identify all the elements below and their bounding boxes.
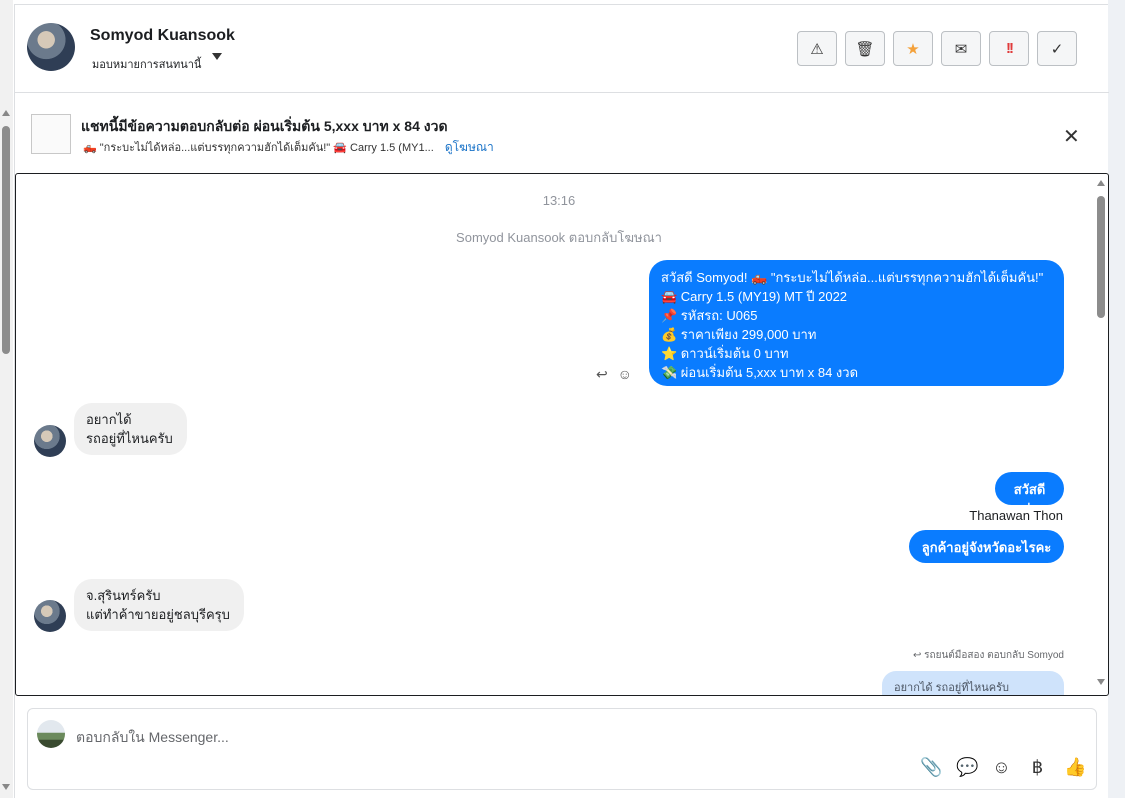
warning-icon: ⚠: [810, 40, 824, 58]
quoted-message[interactable]: อยากได้ รถอยู่ที่ไหนครับ: [882, 671, 1064, 695]
done-button[interactable]: ✓: [1037, 31, 1077, 66]
delete-button[interactable]: 🗑: [845, 31, 885, 66]
close-icon[interactable]: ✕: [1063, 124, 1080, 149]
reply-arrow-icon: ↩: [913, 650, 922, 661]
page: Somyod Kuansook มอบหมายการสนทนานี้ ⚠ 🗑 ★…: [0, 0, 1125, 798]
system-note: Somyod Kuansook ตอบกลับโฆษณา: [456, 230, 662, 245]
important-icon: !!: [1006, 40, 1014, 57]
conversation-header: Somyod Kuansook มอบหมายการสนทนานี้ ⚠ 🗑 ★…: [15, 5, 1109, 93]
ad-reply-message[interactable]: สวัสดี Somyod! 🛻 "กระบะไม่ได้หล่อ...แต่บ…: [649, 260, 1064, 386]
message-line: รถอยู่ที่ไหนครับ: [86, 431, 173, 446]
page-scrollbar[interactable]: [0, 0, 13, 798]
composer-tools: 📎 💬 ☺ ฿ 👍: [920, 757, 1086, 778]
message-line: อยากได้: [86, 412, 132, 427]
scrollbar-thumb[interactable]: [1097, 196, 1105, 318]
contact-avatar[interactable]: [27, 23, 75, 71]
message-line: 💸 ผ่อนเริ่มต้น 5,xxx บาท x 84 งวด: [661, 365, 859, 380]
conversation-panel: Somyod Kuansook มอบหมายการสนทนานี้ ⚠ 🗑 ★…: [14, 4, 1109, 798]
message-actions: ↩ ☺: [596, 366, 638, 383]
like-icon[interactable]: 👍: [1064, 757, 1086, 778]
attachment-icon[interactable]: 📎: [920, 757, 942, 778]
reply-input[interactable]: ตอบกลับใน Messenger...: [76, 727, 229, 749]
emoji-icon[interactable]: ☺: [618, 366, 632, 382]
header-actions: ⚠ 🗑 ★ ✉ !! ✓: [797, 31, 1077, 66]
side-strip: [1108, 0, 1125, 798]
message-line: แต่ทำค้าขายอยู่ชลบุรีครุบ: [86, 607, 230, 622]
message-thread[interactable]: 13:16 Somyod Kuansook ตอบกลับโฆษณา สวัสด…: [15, 173, 1109, 696]
star-icon: ★: [906, 40, 920, 58]
message-line: ⭐ ดาวน์เริ่มต้น 0 บาท: [661, 346, 789, 361]
trash-icon: 🗑: [855, 40, 875, 58]
message-line: 📌 รหัสรถ: U065: [661, 308, 758, 323]
thread-scrollbar[interactable]: [1094, 174, 1108, 695]
check-icon: ✓: [1050, 40, 1064, 58]
message-composer[interactable]: ตอบกลับใน Messenger... 📎 💬 ☺ ฿ 👍: [27, 708, 1097, 790]
contact-name[interactable]: Somyod Kuansook: [90, 27, 235, 45]
reply-icon[interactable]: ↩: [596, 366, 608, 382]
baht-icon[interactable]: ฿: [1028, 757, 1047, 778]
page-avatar: [37, 720, 65, 748]
outgoing-message[interactable]: สวัสดีค่ะ: [995, 472, 1064, 516]
star-button[interactable]: ★: [893, 31, 933, 66]
sender-name: Thanawan Thon: [969, 508, 1063, 523]
scroll-up-arrow-icon[interactable]: [1097, 180, 1105, 186]
ad-title: แชทนี้มีข้อความตอบกลับต่อ ผ่อนเริ่มต้น 5…: [81, 118, 448, 134]
mail-button[interactable]: ✉: [941, 31, 981, 66]
message-line: 🚘 Carry 1.5 (MY19) MT ปี 2022: [661, 289, 848, 304]
contact-avatar-small: [34, 600, 66, 632]
message-timestamp: 13:16: [542, 193, 576, 208]
chevron-down-icon[interactable]: [212, 53, 222, 60]
ad-subtitle: 🛻 "กระบะไม่ได้หล่อ...แต่บรรทุกความฮักได้…: [83, 138, 494, 157]
view-ad-link[interactable]: ดูโฆษณา: [445, 140, 494, 154]
outgoing-message[interactable]: ลูกค้าอยู่จังหวัดอะไรคะ: [909, 530, 1064, 563]
contact-avatar-small: [34, 425, 66, 457]
saved-reply-icon[interactable]: 💬: [956, 757, 978, 778]
ad-subtitle-text: 🛻 "กระบะไม่ได้หล่อ...แต่บรรทุกความฮักได้…: [83, 142, 434, 154]
reply-note: ↩ รถยนต์มือสอง ตอบกลับ Somyod: [876, 648, 1064, 663]
scrollbar-thumb[interactable]: [2, 126, 10, 354]
scroll-down-arrow-icon[interactable]: [1097, 679, 1105, 685]
incoming-message[interactable]: อยากได้ รถอยู่ที่ไหนครับ: [74, 403, 187, 455]
mail-icon: ✉: [954, 40, 968, 58]
message-line: สวัสดี Somyod! 🛻 "กระบะไม่ได้หล่อ...แต่บ…: [661, 270, 1044, 285]
scroll-up-arrow-icon[interactable]: [2, 110, 10, 116]
warning-button[interactable]: ⚠: [797, 31, 837, 66]
emoji-icon[interactable]: ☺: [992, 757, 1011, 778]
message-line: จ.สุรินทร์ครับ: [86, 588, 161, 603]
important-button[interactable]: !!: [989, 31, 1029, 66]
message-line: 💰 ราคาเพียง 299,000 บาท: [661, 327, 817, 342]
ad-banner: แชทนี้มีข้อความตอบกลับต่อ ผ่อนเริ่มต้น 5…: [15, 94, 1109, 172]
reply-note-text: รถยนต์มือสอง ตอบกลับ Somyod: [924, 650, 1064, 661]
incoming-message[interactable]: จ.สุรินทร์ครับ แต่ทำค้าขายอยู่ชลบุรีครุบ: [74, 579, 244, 631]
scroll-down-arrow-icon[interactable]: [2, 784, 10, 790]
assign-conversation-label[interactable]: มอบหมายการสนทนานี้: [92, 55, 201, 73]
ad-thumbnail: [31, 114, 71, 154]
